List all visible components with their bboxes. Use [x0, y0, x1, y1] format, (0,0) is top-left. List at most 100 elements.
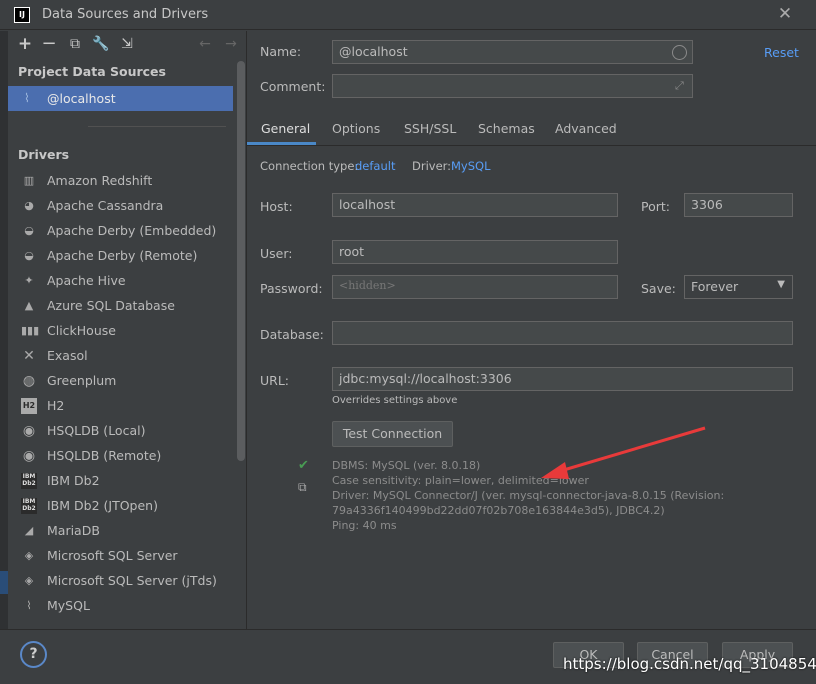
driver-label: Azure SQL Database	[47, 298, 175, 313]
hsqldb-icon: ◉	[22, 423, 36, 439]
mysql-dolphin-icon: ⌇	[26, 599, 32, 612]
connection-type-label: Connection type:	[260, 159, 359, 173]
back-arrow-icon[interactable]: ←	[196, 35, 214, 53]
window-title: Data Sources and Drivers	[42, 7, 209, 22]
title-bar: IJ Data Sources and Drivers ✕	[0, 0, 816, 30]
sql-server-icon: ◈	[24, 574, 34, 587]
driver-item[interactable]: ◉ HSQLDB (Local)	[8, 419, 233, 444]
driver-item[interactable]: ◒ Apache Derby (Remote)	[8, 244, 233, 269]
add-icon[interactable]: +	[16, 35, 34, 53]
comment-field[interactable]	[332, 74, 693, 98]
driver-item[interactable]: ◍ Greenplum	[8, 369, 233, 394]
name-field[interactable]: @localhost	[332, 40, 693, 64]
azure-icon: ▲	[24, 299, 34, 312]
driver-item[interactable]: ◈ Microsoft SQL Server	[8, 544, 233, 569]
driver-item[interactable]: ▥ Amazon Redshift	[8, 169, 233, 194]
background-edge	[0, 31, 8, 629]
ibm-db2-icon: IBM Db2	[21, 498, 37, 514]
driver-label: HSQLDB (Remote)	[47, 448, 162, 463]
watermark-text: https://blog.csdn.net/qq_31048543	[563, 655, 816, 673]
copy-icon[interactable]: ⧉	[298, 480, 307, 495]
user-label: User:	[260, 246, 293, 261]
tab-ssh-ssl[interactable]: SSH/SSL	[404, 121, 456, 136]
info-line: 79a4336f140499bd22dd07f02b708e163844e3d5…	[332, 504, 665, 517]
port-field[interactable]: 3306	[684, 193, 793, 217]
h2-icon: H2	[21, 398, 37, 414]
drivers-heading: Drivers	[18, 147, 70, 162]
driver-label: MariaDB	[47, 523, 100, 538]
tab-schemas[interactable]: Schemas	[478, 121, 535, 136]
save-dropdown[interactable]: Forever ▼	[684, 275, 793, 299]
user-field[interactable]: root	[332, 240, 618, 264]
color-picker-icon[interactable]	[672, 45, 687, 60]
reset-link[interactable]: Reset	[764, 45, 799, 60]
dropdown-arrow-icon: ▼	[777, 279, 785, 290]
save-dropdown-value: Forever	[691, 279, 739, 294]
check-icon: ✔	[298, 458, 309, 473]
expand-icon[interactable]: ⤢	[675, 79, 684, 93]
driver-label: Apache Cassandra	[47, 198, 164, 213]
dialog-footer: ? OK Cancel Apply https://blog.csdn.net/…	[0, 629, 816, 684]
port-label: Port:	[641, 199, 670, 214]
database-field[interactable]	[332, 321, 793, 345]
help-button[interactable]: ?	[20, 641, 47, 668]
redshift-icon: ▥	[23, 174, 35, 187]
hsqldb-icon: ◉	[22, 448, 36, 464]
driver-label: Microsoft SQL Server	[47, 548, 178, 563]
import-icon[interactable]: ⇲	[118, 35, 136, 53]
password-field[interactable]: <hidden>	[332, 275, 618, 299]
data-source-settings: Name: @localhost Reset Comment: ⤢ Genera…	[247, 31, 816, 629]
greenplum-icon: ◍	[22, 373, 36, 389]
driver-label: Apache Derby (Remote)	[47, 248, 198, 263]
database-label: Database:	[260, 327, 324, 342]
sql-server-icon: ◈	[24, 549, 34, 562]
driver-item[interactable]: IBM Db2 IBM Db2	[8, 469, 233, 494]
driver-label: MySQL	[47, 598, 90, 613]
driver-item[interactable]: ◉ HSQLDB (Remote)	[8, 444, 233, 469]
driver-item[interactable]: IBM Db2 IBM Db2 (JTOpen)	[8, 494, 233, 519]
driver-label: IBM Db2 (JTOpen)	[47, 498, 158, 513]
driver-link[interactable]: MySQL	[451, 159, 491, 173]
tab-general[interactable]: General	[261, 121, 310, 136]
arrow-head	[541, 462, 569, 479]
driver-item[interactable]: ◈ Microsoft SQL Server (jTds)	[8, 569, 233, 594]
connection-type-link[interactable]: default	[355, 159, 395, 173]
clickhouse-icon: ▮▮▮	[21, 324, 40, 337]
driver-label: HSQLDB (Local)	[47, 423, 146, 438]
driver-label: H2	[47, 398, 65, 413]
driver-item[interactable]: ▲ Azure SQL Database	[8, 294, 233, 319]
data-sources-panel: + − ⧉ 🔧 ⇲ ← → Project Data Sources ⌇ @lo…	[8, 31, 246, 629]
tab-options[interactable]: Options	[332, 121, 380, 136]
driver-item[interactable]: ◕ Apache Cassandra	[8, 194, 233, 219]
driver-item[interactable]: ◒ Apache Derby (Embedded)	[8, 219, 233, 244]
driver-item[interactable]: ▮▮▮ ClickHouse	[8, 319, 233, 344]
intellij-logo-icon: IJ	[14, 7, 30, 23]
wrench-icon[interactable]: 🔧	[92, 35, 110, 53]
info-line: DBMS: MySQL (ver. 8.0.18)	[332, 459, 481, 472]
host-field[interactable]: localhost	[332, 193, 618, 217]
host-label: Host:	[260, 199, 293, 214]
driver-item[interactable]: ◢ MariaDB	[8, 519, 233, 544]
data-source-item-localhost[interactable]: ⌇ @localhost	[8, 86, 233, 111]
test-connection-button[interactable]: Test Connection	[332, 421, 453, 447]
duplicate-icon[interactable]: ⧉	[66, 35, 84, 53]
password-label: Password:	[260, 281, 323, 296]
driver-item[interactable]: H2 H2	[8, 394, 233, 419]
driver-label: ClickHouse	[47, 323, 116, 338]
scrollbar-thumb[interactable]	[237, 61, 245, 461]
annotation-arrow	[541, 426, 706, 479]
url-field[interactable]: jdbc:mysql://localhost:3306	[332, 367, 793, 391]
driver-item[interactable]: ✕ Exasol	[8, 344, 233, 369]
driver-item[interactable]: ✦ Apache Hive	[8, 269, 233, 294]
tab-advanced[interactable]: Advanced	[555, 121, 617, 136]
divider	[88, 126, 226, 127]
close-icon[interactable]: ✕	[776, 4, 794, 24]
remove-icon[interactable]: −	[40, 35, 58, 53]
driver-label: Exasol	[47, 348, 88, 363]
forward-arrow-icon[interactable]: →	[222, 35, 240, 53]
driver-item[interactable]: ⌇ MySQL	[8, 594, 233, 619]
name-label: Name:	[260, 44, 302, 59]
derby-hat-icon: ◒	[24, 224, 34, 237]
mariadb-seal-icon: ◢	[24, 524, 34, 537]
driver-label: Apache Derby (Embedded)	[47, 223, 217, 238]
